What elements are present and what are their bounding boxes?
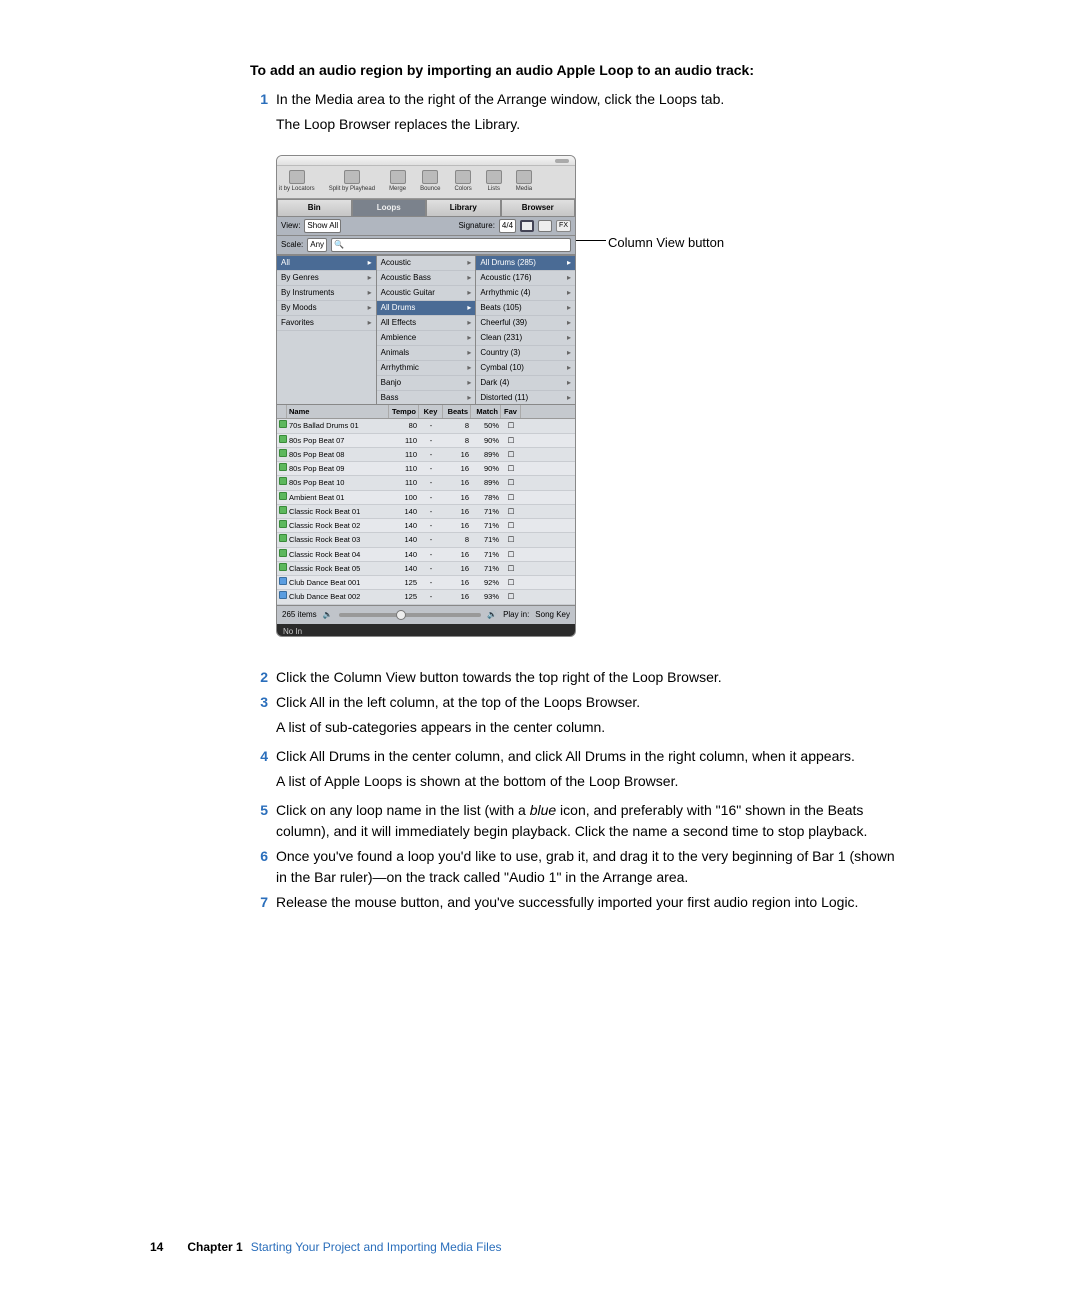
toolbar-button[interactable]: Lists xyxy=(486,170,502,194)
browser-column-item[interactable]: By Genres▸ xyxy=(277,271,376,286)
step-4-sub: A list of Apple Loops is shown at the bo… xyxy=(276,771,900,792)
results-row[interactable]: Ambient Beat 01100-1678%☐ xyxy=(277,491,575,505)
step-text: Click the Column View button towards the… xyxy=(276,667,900,688)
signature-select[interactable]: 4/4 xyxy=(499,219,516,233)
tab[interactable]: Bin xyxy=(277,199,352,217)
step-text: Click on any loop name in the list (with… xyxy=(276,800,900,842)
step-6: 6 Once you've found a loop you'd like to… xyxy=(250,846,900,888)
browser-column-item[interactable]: All Drums (285)▸ xyxy=(476,256,575,271)
toolbar-button[interactable]: Bounce xyxy=(420,170,440,194)
browser-column-item[interactable]: All Effects▸ xyxy=(377,316,476,331)
step-1-sub: The Loop Browser replaces the Library. xyxy=(276,114,900,135)
page-footer: 14 Chapter 1 Starting Your Project and I… xyxy=(150,1238,900,1256)
step-1: 1 In the Media area to the right of the … xyxy=(250,89,900,110)
step-5: 5 Click on any loop name in the list (wi… xyxy=(250,800,900,842)
step-number: 2 xyxy=(250,667,268,688)
signature-label: Signature: xyxy=(458,220,494,232)
results-row[interactable]: 80s Pop Beat 09110-1690%☐ xyxy=(277,462,575,476)
page-number: 14 xyxy=(150,1238,163,1256)
step-2: 2 Click the Column View button towards t… xyxy=(250,667,900,688)
browser-column-item[interactable]: Acoustic (176)▸ xyxy=(476,271,575,286)
step-number: 7 xyxy=(250,892,268,913)
browser-column-item[interactable]: Acoustic▸ xyxy=(377,256,476,271)
results-row[interactable]: Club Dance Beat 001125-1692%☐ xyxy=(277,576,575,590)
results-row[interactable]: Classic Rock Beat 05140-1671%☐ xyxy=(277,562,575,576)
results-header: Name Tempo Key Beats Match Fav xyxy=(277,405,575,419)
loop-browser-screenshot: it by Locators Split by Playhead Merge Boun… xyxy=(276,155,576,637)
results-row[interactable]: Club Dance Beat 002125-1693%☐ xyxy=(277,590,575,604)
callout-line xyxy=(576,240,606,241)
browser-column-item[interactable]: Country (3)▸ xyxy=(476,346,575,361)
step-text: In the Media area to the right of the Ar… xyxy=(276,89,900,110)
browser-column-item[interactable]: Banjo▸ xyxy=(377,376,476,391)
results-row[interactable]: Classic Rock Beat 01140-1671%☐ xyxy=(277,505,575,519)
browser-column-item[interactable]: Acoustic Guitar▸ xyxy=(377,286,476,301)
step-3-sub: A list of sub-categories appears in the … xyxy=(276,717,900,738)
step-7: 7 Release the mouse button, and you've s… xyxy=(250,892,900,913)
section-heading: To add an audio region by importing an a… xyxy=(250,60,900,81)
browser-column-item[interactable]: Arrhythmic▸ xyxy=(377,361,476,376)
browser-column-item[interactable]: Bass▸ xyxy=(377,391,476,404)
speaker-icon: 🔈 xyxy=(323,609,333,621)
browser-column-item[interactable]: By Moods▸ xyxy=(277,301,376,316)
no-in-label: No In xyxy=(283,627,302,636)
speaker-icon: 🔊 xyxy=(487,609,497,621)
browser-column-item[interactable]: Ambience▸ xyxy=(377,331,476,346)
tab[interactable]: Browser xyxy=(501,199,576,217)
step-number: 1 xyxy=(250,89,268,110)
results-row[interactable]: 70s Ballad Drums 0180-850%☐ xyxy=(277,419,575,433)
view-label: View: xyxy=(281,220,300,232)
item-count: 265 items xyxy=(282,609,317,621)
browser-column-item[interactable]: Cymbal (10)▸ xyxy=(476,361,575,376)
toolbar-button[interactable]: Split by Playhead xyxy=(329,170,375,194)
step-3: 3 Click All in the left column, at the t… xyxy=(250,692,900,713)
browser-column-item[interactable]: Dark (4)▸ xyxy=(476,376,575,391)
scale-select[interactable]: Any xyxy=(307,238,327,252)
browser-column-item[interactable]: Cheerful (39)▸ xyxy=(476,316,575,331)
browser-column-item[interactable]: Animals▸ xyxy=(377,346,476,361)
toolbar-button[interactable]: it by Locators xyxy=(279,170,315,194)
column-view-button[interactable] xyxy=(520,220,534,232)
results-row[interactable]: Classic Rock Beat 04140-1671%☐ xyxy=(277,548,575,562)
callout-label: Column View button xyxy=(608,233,724,253)
tab[interactable]: Loops xyxy=(352,199,427,217)
step-number: 4 xyxy=(250,746,268,767)
results-row[interactable]: 80s Pop Beat 07110-890%☐ xyxy=(277,434,575,448)
playin-select[interactable]: Song Key xyxy=(535,609,570,621)
view-select[interactable]: Show All xyxy=(304,219,341,233)
chapter-label: Chapter 1 xyxy=(187,1238,242,1256)
browser-column-item[interactable]: Distorted (11)▸ xyxy=(476,391,575,404)
browser-column-item[interactable]: Favorites▸ xyxy=(277,316,376,331)
step-number: 5 xyxy=(250,800,268,842)
tab[interactable]: Library xyxy=(426,199,501,217)
browser-column-item[interactable]: Arrhythmic (4)▸ xyxy=(476,286,575,301)
results-row[interactable]: 80s Pop Beat 08110-1689%☐ xyxy=(277,448,575,462)
volume-slider[interactable] xyxy=(339,613,481,617)
step-text: Click All Drums in the center column, an… xyxy=(276,746,900,767)
scale-label: Scale: xyxy=(281,239,303,251)
toolbar-button[interactable]: Merge xyxy=(389,170,406,194)
browser-column-item[interactable]: By Instruments▸ xyxy=(277,286,376,301)
step-text: Release the mouse button, and you've suc… xyxy=(276,892,900,913)
step-number: 3 xyxy=(250,692,268,713)
step-4: 4 Click All Drums in the center column, … xyxy=(250,746,900,767)
browser-column-item[interactable]: Acoustic Bass▸ xyxy=(377,271,476,286)
toolbar-button[interactable]: Media xyxy=(516,170,532,194)
fx-button[interactable]: FX xyxy=(556,220,571,233)
browser-column-item[interactable]: Beats (105)▸ xyxy=(476,301,575,316)
chapter-title: Starting Your Project and Importing Medi… xyxy=(251,1238,502,1256)
search-input[interactable]: 🔍 xyxy=(331,238,571,252)
results-row[interactable]: Classic Rock Beat 03140-871%☐ xyxy=(277,533,575,547)
browser-column-item[interactable]: All Drums▸ xyxy=(377,301,476,316)
browser-column-item[interactable]: Clean (231)▸ xyxy=(476,331,575,346)
results-row[interactable]: 80s Pop Beat 10110-1689%☐ xyxy=(277,476,575,490)
step-number: 6 xyxy=(250,846,268,888)
toolbar-button[interactable]: Colors xyxy=(454,170,471,194)
browser-column-item[interactable]: All▸ xyxy=(277,256,376,271)
step-text: Once you've found a loop you'd like to u… xyxy=(276,846,900,888)
music-view-button[interactable] xyxy=(538,220,552,232)
step-text: Click All in the left column, at the top… xyxy=(276,692,900,713)
results-row[interactable]: Classic Rock Beat 02140-1671%☐ xyxy=(277,519,575,533)
playin-label: Play in: xyxy=(503,609,529,621)
